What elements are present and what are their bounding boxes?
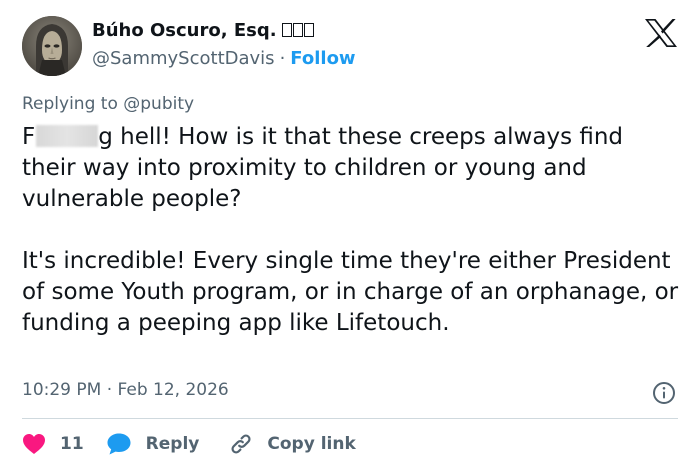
action-bar: 11 Reply Copy link <box>22 430 356 458</box>
copy-link-label: Copy link <box>267 434 356 454</box>
heart-icon <box>23 434 45 454</box>
reply-button[interactable]: Reply <box>106 432 200 456</box>
author-display-name[interactable]: Búho Oscuro, Esq. <box>92 20 314 41</box>
like-button[interactable]: 11 <box>22 433 84 455</box>
tweet-p1-start: F <box>22 124 36 150</box>
link-icon <box>231 434 251 454</box>
author-handle-line: @SammyScottDavis · Follow <box>92 48 356 69</box>
replying-to-handle[interactable]: @pubity <box>123 94 194 114</box>
like-count: 11 <box>60 434 84 454</box>
speech-bubble-icon <box>107 433 131 455</box>
tweet-paragraph-2: It's incredible! Every single time they'… <box>22 248 679 336</box>
separator-dot: · <box>279 48 286 69</box>
author-display-name-text: Búho Oscuro, Esq. <box>92 20 277 41</box>
censor-blur <box>36 125 99 147</box>
replying-to-prefix: Replying to <box>22 94 118 114</box>
divider <box>22 418 678 419</box>
tweet-p1-rest: g hell! How is it that these creeps alwa… <box>22 124 624 212</box>
follow-button[interactable]: Follow <box>290 48 355 69</box>
replying-to: Replying to @pubity <box>22 94 194 114</box>
avatar[interactable] <box>22 16 82 76</box>
copy-link-button[interactable]: Copy link <box>229 432 356 456</box>
avatar-image <box>22 16 82 76</box>
tweet-timestamp[interactable]: 10:29 PM · Feb 12, 2026 <box>22 380 229 400</box>
x-logo-icon[interactable] <box>644 18 678 48</box>
tweet-paragraph-1: Fg hell! How is it that these creeps alw… <box>22 122 682 215</box>
reply-label: Reply <box>145 434 200 454</box>
tweet-text: Fg hell! How is it that these creeps alw… <box>22 122 682 339</box>
tweet-card: Búho Oscuro, Esq. @SammyScottDavis · Follo… <box>0 0 700 471</box>
info-icon[interactable] <box>652 381 676 405</box>
author-handle[interactable]: @SammyScottDavis <box>92 48 275 69</box>
unsupported-glyph-icon <box>281 20 314 41</box>
